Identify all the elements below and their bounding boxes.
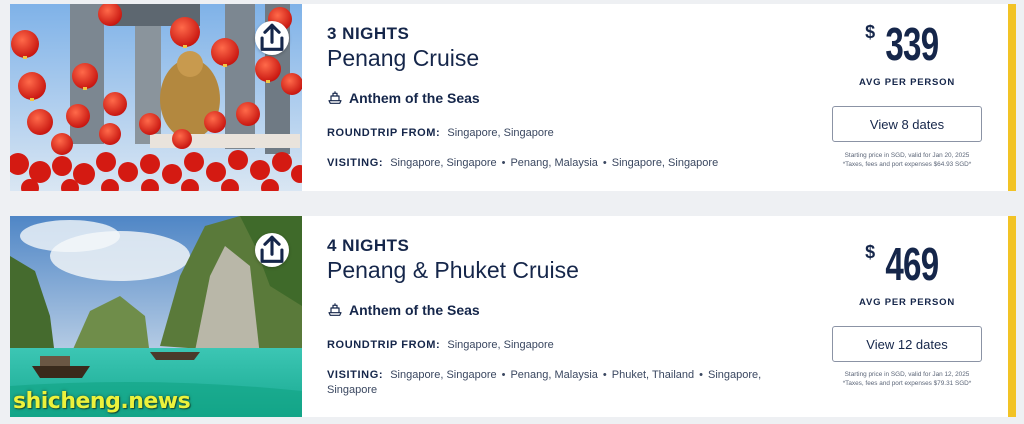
view-dates-button[interactable]: View 12 dates [832,326,982,362]
price-note-line: *Taxes, fees and port expenses $64.93 SG… [842,161,972,168]
share-icon [260,23,284,51]
ship-name-text: Anthem of the Seas [349,302,480,318]
price-note: Starting price in SGD, valid for Jan 12,… [822,370,992,388]
currency-symbol: $ [865,242,876,262]
currency-symbol: $ [865,22,876,42]
price-amount: 339 [885,18,939,70]
watermark: shicheng.news [13,389,191,414]
share-button[interactable] [255,21,289,55]
view-dates-button[interactable]: View 8 dates [832,106,982,142]
roundtrip-row: ROUNDTRIP FROM: Singapore, Singapore [327,338,554,353]
price-box: $339 AVG PER PERSON View 8 dates Startin… [822,4,992,191]
price-note-line: Starting price in SGD, valid for Jan 20,… [844,152,970,159]
ship-icon [328,91,342,104]
cruise-info: 3 NIGHTS Penang Cruise Anthem of the Sea… [327,4,797,191]
cruise-card[interactable]: 3 NIGHTS Penang Cruise Anthem of the Sea… [10,4,1016,191]
visiting-row: VISITING: Singapore, Singapore • Penang, M… [327,157,719,169]
price-note: Starting price in SGD, valid for Jan 20,… [822,151,992,169]
price-label: AVG PER PERSON [858,297,955,308]
cruise-title[interactable]: Penang & Phuket Cruise [327,257,579,284]
ship-name: Anthem of the Seas [327,302,480,318]
port: Phuket, Thailand [611,369,695,381]
share-button[interactable] [255,233,289,267]
roundtrip-label: ROUNDTRIP FROM: [327,339,441,351]
price-box: $469 AVG PER PERSON View 12 dates Starti… [822,216,992,417]
share-icon [260,235,284,263]
cruise-title[interactable]: Penang Cruise [327,45,479,72]
roundtrip-label: ROUNDTRIP FROM: [327,127,441,139]
price-note-line: Starting price in SGD, valid for Jan 12,… [844,371,970,378]
visiting-label: VISITING: [327,157,384,169]
roundtrip-value: Singapore, Singapore [447,339,554,351]
cruise-info: 4 NIGHTS Penang & Phuket Cruise Anthem o… [327,216,797,417]
cruise-photo [10,4,302,191]
cruise-card[interactable]: 4 NIGHTS Penang & Phuket Cruise Anthem o… [10,216,1016,417]
price-label: AVG PER PERSON [858,77,955,88]
visiting-row: VISITING: Singapore, Singapore • Penang, M… [327,369,762,396]
nights-label: 3 NIGHTS [327,24,410,43]
ship-name: Anthem of the Seas [327,90,480,106]
price: $339 [822,20,992,68]
port: Singapore, Singapore [390,157,497,169]
ship-name-text: Anthem of the Seas [349,90,480,106]
port: Penang, Malaysia [510,369,598,381]
port: Singapore, Singapore [611,157,719,169]
ship-icon [328,303,342,316]
price-amount: 469 [885,238,939,290]
visiting-label: VISITING: [327,369,384,381]
nights-label: 4 NIGHTS [327,236,410,255]
port: Singapore, Singapore [390,369,497,381]
cruise-photo [10,216,302,417]
price-note-line: *Taxes, fees and port expenses $79.31 SG… [842,380,972,387]
port: Penang, Malaysia [510,157,598,169]
roundtrip-row: ROUNDTRIP FROM: Singapore, Singapore [327,126,554,141]
port: Singapore, [708,369,762,381]
roundtrip-value: Singapore, Singapore [447,127,554,139]
price: $469 [822,240,992,288]
port: Singapore [327,384,378,396]
